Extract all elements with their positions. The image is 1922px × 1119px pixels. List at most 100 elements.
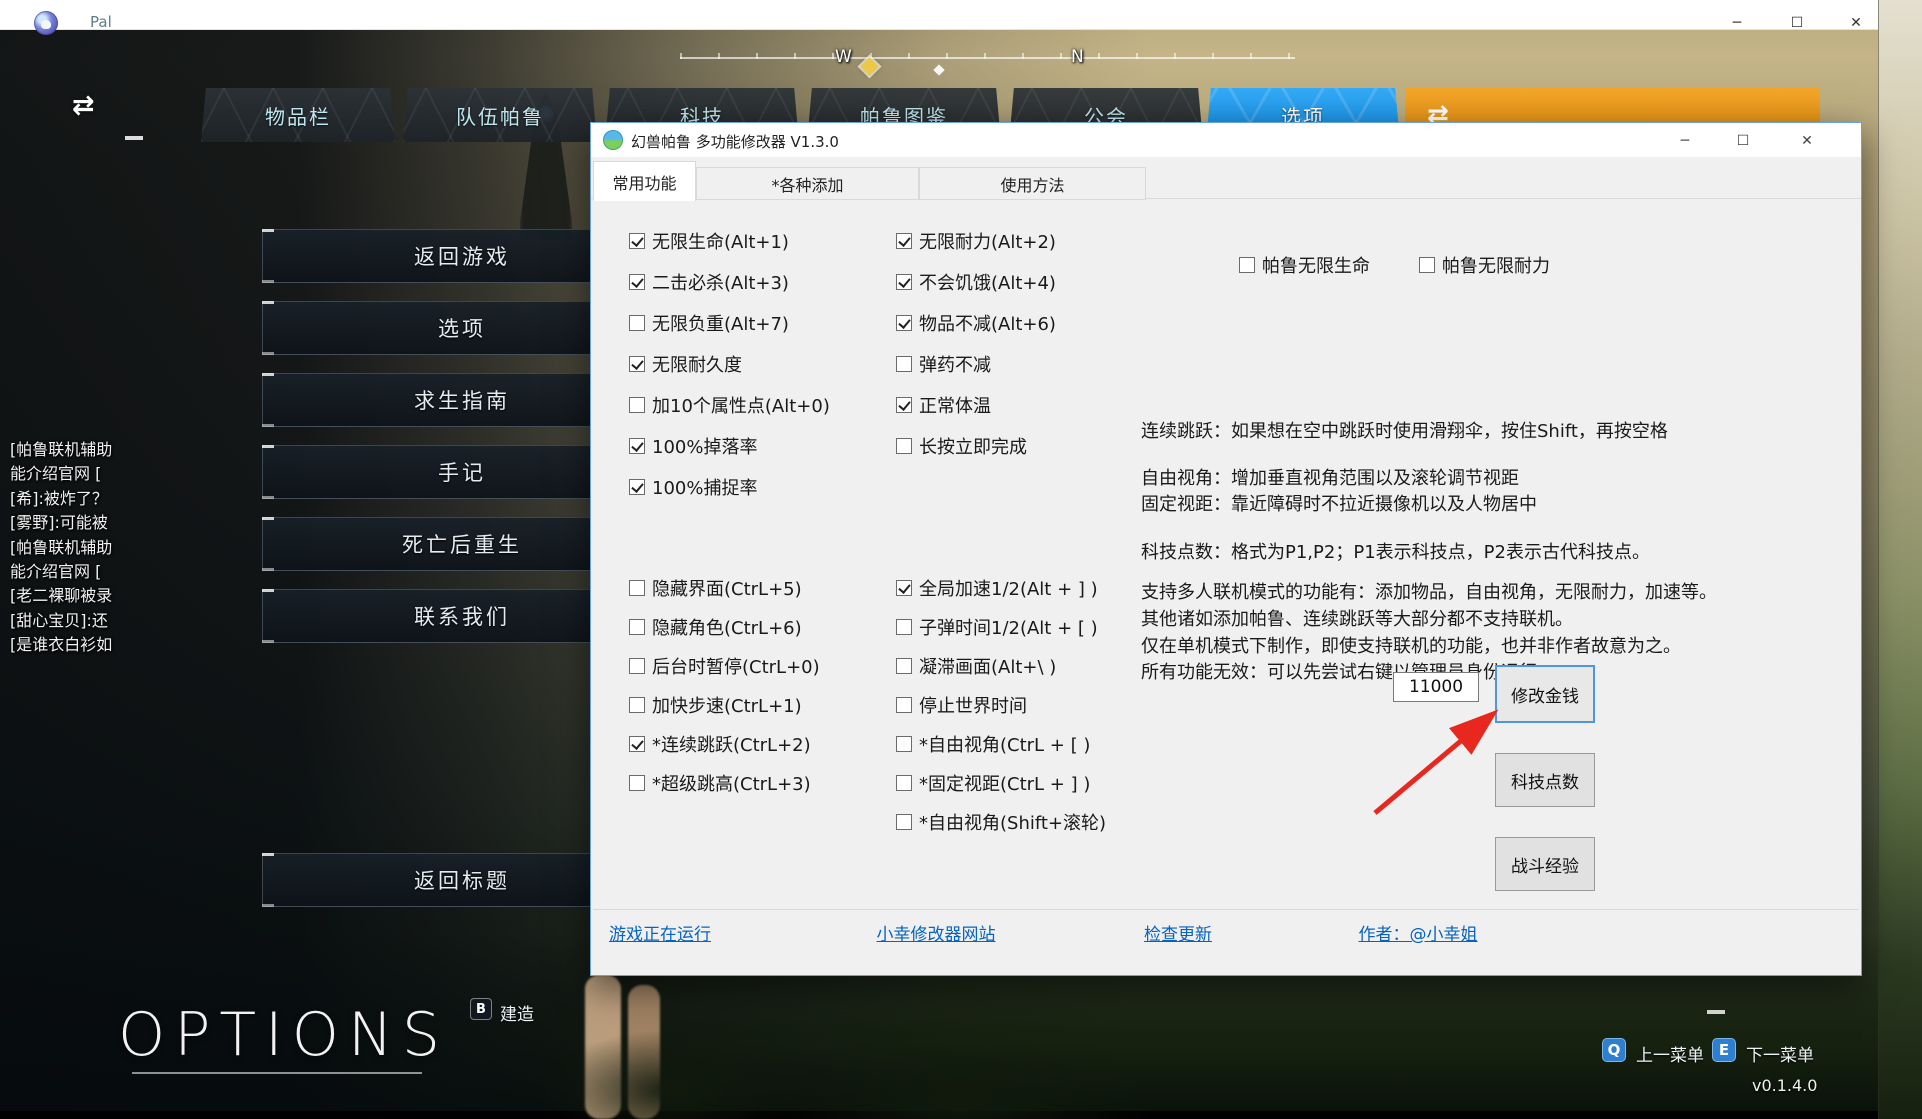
trainer-checkbox-row[interactable]: 无限负重(Alt+7) (629, 312, 789, 334)
menu-button-label: 返回游戏 (414, 241, 510, 271)
checkbox-unchecked-icon[interactable] (896, 619, 912, 635)
checkbox-label: *固定视距(CtrL + ] ) (919, 770, 1090, 796)
checkbox-label: 子弹时间1/2(Alt + [ ) (919, 614, 1098, 640)
trainer-checkbox-row[interactable]: 正常体温 (896, 394, 991, 416)
trainer-tab-使用方法[interactable]: 使用方法 (919, 167, 1146, 200)
trainer-checkbox-row[interactable]: 100%掉落率 (629, 435, 757, 457)
checkbox-unchecked-icon[interactable] (629, 397, 645, 413)
checkbox-checked-icon[interactable] (896, 233, 912, 249)
checkbox-checked-icon[interactable] (629, 479, 645, 495)
trainer-checkbox-row[interactable]: 帕鲁无限生命 (1239, 254, 1370, 276)
checkbox-unchecked-icon[interactable] (629, 775, 645, 791)
minimize-button[interactable]: ─ (1717, 12, 1757, 34)
options-divider (132, 1072, 422, 1074)
trainer-link-作者：@小幸姐[interactable]: 作者：@小幸姐 (1359, 920, 1478, 945)
trainer-link-游戏正在运行[interactable]: 游戏正在运行 (609, 920, 711, 945)
checkbox-checked-icon[interactable] (629, 233, 645, 249)
checkbox-checked-icon[interactable] (629, 438, 645, 454)
scene-grass (760, 1050, 1160, 1119)
trainer-close-button[interactable]: ✕ (1785, 129, 1829, 153)
trainer-checkbox-row[interactable]: *超级跳高(CtrL+3) (629, 772, 811, 794)
checkbox-label: *超级跳高(CtrL+3) (652, 770, 811, 796)
prev-menu-label[interactable]: 上一菜单 (1636, 1041, 1704, 1066)
compass-strip: W N (680, 42, 1295, 82)
game-tab-物品栏[interactable]: 物品栏 (201, 88, 395, 142)
next-menu-label[interactable]: 下一菜单 (1746, 1041, 1814, 1066)
checkbox-unchecked-icon[interactable] (629, 619, 645, 635)
checkbox-checked-icon[interactable] (896, 580, 912, 596)
checkbox-unchecked-icon[interactable] (896, 814, 912, 830)
checkbox-unchecked-icon[interactable] (629, 697, 645, 713)
menu-button-label: 返回标题 (414, 865, 510, 895)
game-tab-label: 队伍帕鲁 (456, 101, 544, 130)
trainer-checkbox-row[interactable]: 无限耐久度 (629, 353, 742, 375)
trainer-checkbox-row[interactable]: *固定视距(CtrL + ] ) (896, 772, 1090, 794)
checkbox-label: 加快步速(CtrL+1) (652, 692, 802, 718)
trainer-checkbox-row[interactable]: 子弹时间1/2(Alt + [ ) (896, 616, 1098, 638)
checkbox-label: 加10个属性点(Alt+0) (652, 392, 830, 418)
trainer-checkbox-row[interactable]: *连续跳跃(CtrL+2) (629, 733, 811, 755)
checkbox-unchecked-icon[interactable] (896, 658, 912, 674)
money-amount-input[interactable] (1393, 672, 1479, 702)
pal-app-icon (34, 11, 58, 35)
trainer-checkbox-row[interactable]: *自由视角(Shift+滚轮) (896, 811, 1106, 833)
checkbox-checked-icon[interactable] (629, 274, 645, 290)
checkbox-unchecked-icon[interactable] (1419, 257, 1435, 273)
maximize-button[interactable]: ☐ (1777, 12, 1817, 34)
trainer-checkbox-row[interactable]: 凝滞画面(Alt+\ ) (896, 655, 1056, 677)
trainer-link-小幸修改器网站[interactable]: 小幸修改器网站 (877, 920, 996, 945)
trainer-checkbox-row[interactable]: 帕鲁无限耐力 (1419, 254, 1550, 276)
trainer-checkbox-row[interactable]: 隐藏角色(CtrL+6) (629, 616, 802, 638)
trainer-checkbox-row[interactable]: 无限耐力(Alt+2) (896, 230, 1056, 252)
checkbox-checked-icon[interactable] (896, 315, 912, 331)
checkbox-checked-icon[interactable] (896, 274, 912, 290)
trainer-minimize-button[interactable]: ─ (1663, 129, 1707, 153)
compass-waypoint-marker (933, 64, 944, 75)
trainer-checkbox-row[interactable]: *自由视角(CtrL + [ ) (896, 733, 1090, 755)
trainer-checkbox-row[interactable]: 100%捕捉率 (629, 476, 757, 498)
trainer-tab-*各种添加[interactable]: *各种添加 (696, 167, 919, 200)
checkbox-unchecked-icon[interactable] (896, 697, 912, 713)
trainer-maximize-button[interactable]: ☐ (1721, 129, 1765, 153)
trainer-tab-常用功能[interactable]: 常用功能 (593, 161, 696, 201)
checkbox-checked-icon[interactable] (629, 736, 645, 752)
trainer-checkbox-row[interactable]: 加10个属性点(Alt+0) (629, 394, 830, 416)
trainer-checkbox-row[interactable]: 不会饥饿(Alt+4) (896, 271, 1056, 293)
checkbox-label: 隐藏界面(CtrL+5) (652, 575, 802, 601)
game-tab-队伍帕鲁[interactable]: 队伍帕鲁 (403, 88, 597, 142)
trainer-info-line: 其他诸如添加帕鲁、连续跳跃等大部分都不支持联机。 (1141, 605, 1573, 631)
checkbox-unchecked-icon[interactable] (896, 775, 912, 791)
trainer-checkbox-row[interactable]: 全局加速1/2(Alt + ] ) (896, 577, 1098, 599)
trainer-checkbox-row[interactable]: 无限生命(Alt+1) (629, 230, 789, 252)
trainer-checkbox-row[interactable]: 二击必杀(Alt+3) (629, 271, 789, 293)
desktop-wallpaper (1878, 0, 1922, 1119)
checkbox-label: 物品不减(Alt+6) (919, 310, 1056, 336)
checkbox-checked-icon[interactable] (629, 356, 645, 372)
trainer-checkbox-row[interactable]: 后台时暂停(CtrL+0) (629, 655, 820, 677)
checkbox-unchecked-icon[interactable] (896, 438, 912, 454)
battle-exp-button[interactable]: 战斗经验 (1495, 837, 1595, 891)
checkbox-unchecked-icon[interactable] (896, 356, 912, 372)
chat-message: [老二裸聊被录 (10, 582, 310, 606)
trainer-info-line: 仅在单机模式下制作，即使支持联机的功能，也并非作者故意为之。 (1141, 632, 1681, 658)
chat-message: [甜心宝贝]:还 (10, 607, 310, 631)
checkbox-unchecked-icon[interactable] (629, 580, 645, 596)
trainer-checkbox-row[interactable]: 加快步速(CtrL+1) (629, 694, 802, 716)
trainer-checkbox-row[interactable]: 停止世界时间 (896, 694, 1027, 716)
checkbox-unchecked-icon[interactable] (896, 736, 912, 752)
close-button[interactable]: ✕ (1836, 12, 1876, 34)
checkbox-label: 无限耐久度 (652, 351, 742, 377)
checkbox-unchecked-icon[interactable] (629, 315, 645, 331)
trainer-link-检查更新[interactable]: 检查更新 (1144, 920, 1212, 945)
menu-button-label: 死亡后重生 (402, 529, 522, 559)
trainer-checkbox-row[interactable]: 物品不减(Alt+6) (896, 312, 1056, 334)
trainer-title-bar[interactable]: 幻兽帕鲁 多功能修改器 V1.3.0 ─ ☐ ✕ (591, 123, 1861, 157)
trainer-info-line: 支持多人联机模式的功能有：添加物品，自由视角，无限耐力，加速等。 (1141, 578, 1717, 604)
trainer-checkbox-row[interactable]: 长按立即完成 (896, 435, 1027, 457)
trainer-checkbox-row[interactable]: 隐藏界面(CtrL+5) (629, 577, 802, 599)
checkbox-unchecked-icon[interactable] (1239, 257, 1255, 273)
trainer-checkbox-row[interactable]: 弹药不减 (896, 353, 991, 375)
checkbox-checked-icon[interactable] (896, 397, 912, 413)
checkbox-unchecked-icon[interactable] (629, 658, 645, 674)
compass-north-label: N (1071, 47, 1084, 67)
